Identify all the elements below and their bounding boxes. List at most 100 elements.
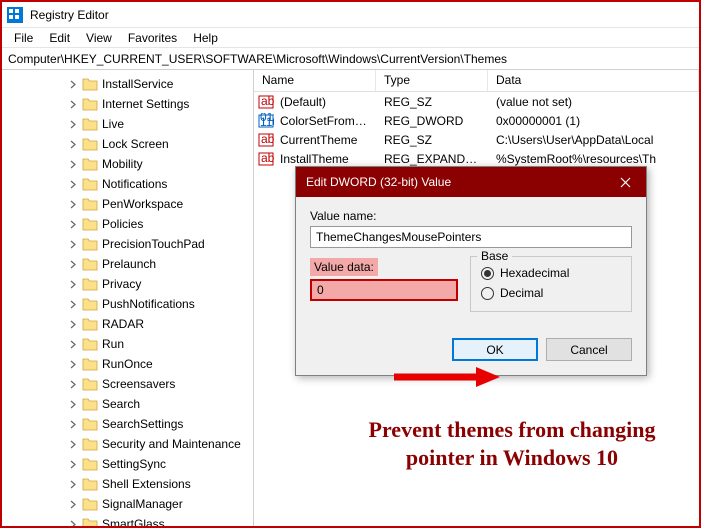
menu-view[interactable]: View xyxy=(78,29,120,47)
list-row[interactable]: ab(Default)REG_SZ(value not set) xyxy=(254,92,699,111)
tree-label: Notifications xyxy=(102,177,167,191)
chevron-right-icon[interactable] xyxy=(66,217,80,231)
tree-label: InstallService xyxy=(102,77,173,91)
value-name-input[interactable] xyxy=(310,226,632,248)
chevron-right-icon[interactable] xyxy=(66,117,80,131)
chevron-right-icon[interactable] xyxy=(66,137,80,151)
menu-favorites[interactable]: Favorites xyxy=(120,29,185,47)
menu-file[interactable]: File xyxy=(6,29,41,47)
tree-item[interactable]: Shell Extensions xyxy=(10,474,253,494)
tree-item[interactable]: SearchSettings xyxy=(10,414,253,434)
tree-item[interactable]: SmartGlass xyxy=(10,514,253,526)
chevron-right-icon[interactable] xyxy=(66,517,80,526)
col-name[interactable]: Name xyxy=(254,70,376,91)
tree-pane[interactable]: InstallService Internet Settings Live Lock … xyxy=(2,70,254,526)
menubar: File Edit View Favorites Help xyxy=(2,28,699,48)
folder-icon xyxy=(82,77,98,91)
cell-data: 0x00000001 (1) xyxy=(488,112,699,130)
radio-hexadecimal[interactable]: Hexadecimal xyxy=(481,263,621,283)
chevron-right-icon[interactable] xyxy=(66,277,80,291)
window-title: Registry Editor xyxy=(30,8,109,22)
cell-type: REG_SZ xyxy=(376,93,488,111)
chevron-right-icon[interactable] xyxy=(66,357,80,371)
tree-item[interactable]: Lock Screen xyxy=(10,134,253,154)
folder-icon xyxy=(82,137,98,151)
tree-item[interactable]: Screensavers xyxy=(10,374,253,394)
chevron-right-icon[interactable] xyxy=(66,177,80,191)
tree-item[interactable]: Live xyxy=(10,114,253,134)
menu-edit[interactable]: Edit xyxy=(41,29,78,47)
tree-label: Internet Settings xyxy=(102,97,189,111)
edit-dword-dialog: Edit DWORD (32-bit) Value Value name: Va… xyxy=(295,166,647,376)
col-type[interactable]: Type xyxy=(376,70,488,91)
folder-icon xyxy=(82,277,98,291)
tree-item[interactable]: RunOnce xyxy=(10,354,253,374)
ok-button[interactable]: OK xyxy=(452,338,538,361)
cell-name: CurrentTheme xyxy=(272,131,376,149)
address-bar[interactable]: Computer\HKEY_CURRENT_USER\SOFTWARE\Micr… xyxy=(2,48,699,70)
tree-label: Run xyxy=(102,337,124,351)
tree-item[interactable]: Prelaunch xyxy=(10,254,253,274)
dialog-title: Edit DWORD (32-bit) Value xyxy=(306,175,451,189)
chevron-right-icon[interactable] xyxy=(66,157,80,171)
list-row[interactable]: 011110ColorSetFromTh...REG_DWORD0x000000… xyxy=(254,111,699,130)
tree-item[interactable]: SignalManager xyxy=(10,494,253,514)
tree-item[interactable]: RADAR xyxy=(10,314,253,334)
tree-item[interactable]: Privacy xyxy=(10,274,253,294)
tree-item[interactable]: Search xyxy=(10,394,253,414)
menu-help[interactable]: Help xyxy=(185,29,226,47)
folder-icon xyxy=(82,177,98,191)
chevron-right-icon[interactable] xyxy=(66,397,80,411)
dialog-titlebar[interactable]: Edit DWORD (32-bit) Value xyxy=(296,167,646,197)
radio-label: Decimal xyxy=(500,286,543,300)
folder-icon xyxy=(82,117,98,131)
chevron-right-icon[interactable] xyxy=(66,477,80,491)
chevron-right-icon[interactable] xyxy=(66,317,80,331)
chevron-right-icon[interactable] xyxy=(66,337,80,351)
tree-item[interactable]: PenWorkspace xyxy=(10,194,253,214)
tree-item[interactable]: Internet Settings xyxy=(10,94,253,114)
tree-item[interactable]: SettingSync xyxy=(10,454,253,474)
tree-label: PrecisionTouchPad xyxy=(102,237,205,251)
chevron-right-icon[interactable] xyxy=(66,437,80,451)
radio-decimal[interactable]: Decimal xyxy=(481,283,621,303)
value-name-label: Value name: xyxy=(310,209,632,223)
folder-icon xyxy=(82,197,98,211)
tree-item[interactable]: Policies xyxy=(10,214,253,234)
folder-icon xyxy=(82,437,98,451)
tree-item[interactable]: Notifications xyxy=(10,174,253,194)
chevron-right-icon[interactable] xyxy=(66,97,80,111)
tree-item[interactable]: PushNotifications xyxy=(10,294,253,314)
folder-icon xyxy=(82,377,98,391)
folder-icon xyxy=(82,337,98,351)
tree-label: SearchSettings xyxy=(102,417,183,431)
list-row[interactable]: abCurrentThemeREG_SZC:\Users\User\AppDat… xyxy=(254,130,699,149)
folder-icon xyxy=(82,517,98,526)
chevron-right-icon[interactable] xyxy=(66,197,80,211)
chevron-right-icon[interactable] xyxy=(66,237,80,251)
chevron-right-icon[interactable] xyxy=(66,297,80,311)
tree-item[interactable]: Mobility xyxy=(10,154,253,174)
tree-item[interactable]: Run xyxy=(10,334,253,354)
tree-item[interactable]: InstallService xyxy=(10,74,253,94)
cell-data: %SystemRoot%\resources\Th xyxy=(488,150,699,168)
close-icon[interactable] xyxy=(604,167,646,197)
chevron-right-icon[interactable] xyxy=(66,497,80,511)
chevron-right-icon[interactable] xyxy=(66,377,80,391)
cell-data: C:\Users\User\AppData\Local xyxy=(488,131,699,149)
col-data[interactable]: Data xyxy=(488,70,699,91)
cancel-button[interactable]: Cancel xyxy=(546,338,632,361)
chevron-right-icon[interactable] xyxy=(66,457,80,471)
tree-label: Lock Screen xyxy=(102,137,169,151)
folder-icon xyxy=(82,97,98,111)
tree-item[interactable]: PrecisionTouchPad xyxy=(10,234,253,254)
tree-item[interactable]: Security and Maintenance xyxy=(10,434,253,454)
chevron-right-icon[interactable] xyxy=(66,257,80,271)
cell-data: (value not set) xyxy=(488,93,699,111)
tree-label: Security and Maintenance xyxy=(102,437,241,451)
chevron-right-icon[interactable] xyxy=(66,417,80,431)
chevron-right-icon[interactable] xyxy=(66,77,80,91)
folder-icon xyxy=(82,357,98,371)
cell-name: (Default) xyxy=(272,93,376,111)
value-data-input[interactable] xyxy=(310,279,458,301)
